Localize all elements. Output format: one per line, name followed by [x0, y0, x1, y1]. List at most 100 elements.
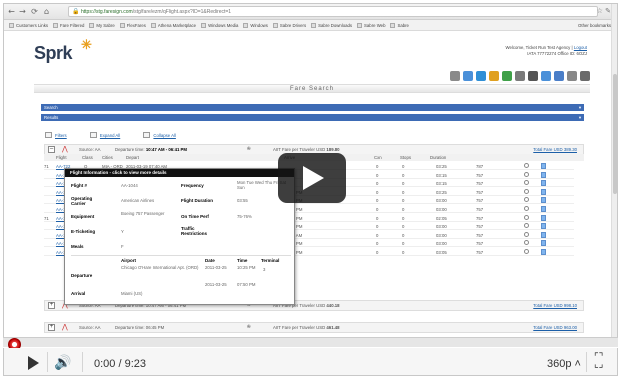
bookmark-item[interactable]: Fare Filtered	[53, 20, 84, 30]
quality-selector[interactable]: 360p ˄	[547, 358, 581, 370]
select-radio[interactable]	[524, 180, 529, 186]
toolbar-icon[interactable]	[554, 71, 564, 81]
video-play-button[interactable]	[278, 153, 346, 203]
expand-toggle[interactable]: +	[48, 302, 55, 309]
collapse-all-link[interactable]: Collapse All	[143, 132, 176, 138]
expand-toggle[interactable]: –	[48, 146, 55, 153]
select-radio[interactable]	[524, 231, 529, 237]
bookmark-item[interactable]: FlexFares	[119, 20, 146, 30]
cell-dur: 03:05	[436, 250, 447, 255]
bookmark-item[interactable]: Windows Media	[201, 20, 238, 30]
reload-icon[interactable]: ⟳	[30, 7, 39, 16]
expand-all-link[interactable]: Expand All	[89, 132, 120, 138]
select-radio[interactable]	[524, 214, 529, 220]
fare-search-title-bar: Fare Search	[34, 84, 590, 93]
select-radio[interactable]	[524, 188, 529, 194]
bookmark-icon	[201, 23, 207, 28]
star-wrench-icon[interactable]: ☆ ✎	[597, 7, 611, 15]
cell-arr: 787	[476, 164, 484, 169]
select-radio[interactable]	[524, 171, 529, 177]
bookmark-item[interactable]: Windows	[243, 20, 268, 30]
column-header[interactable]: Cxn	[374, 155, 382, 160]
select-radio[interactable]	[524, 223, 529, 229]
pin-icon[interactable]: ✇	[247, 145, 251, 154]
play-icon[interactable]	[28, 356, 39, 370]
address-bar[interactable]: 🔒 https://stg.faresign.com/stg/fare/ezm/…	[68, 6, 598, 17]
column-header[interactable]: Duration	[430, 155, 446, 160]
logout-link[interactable]: Logout	[574, 45, 587, 50]
details-icon[interactable]	[541, 223, 546, 230]
select-radio[interactable]	[524, 249, 529, 254]
details-icon[interactable]	[541, 240, 546, 247]
bookmark-icon	[243, 23, 249, 28]
toolbar-icon[interactable]	[450, 71, 460, 81]
toolbar-icon[interactable]	[515, 71, 525, 81]
fare-group-row[interactable]: + ⋀ Source: AA Departure time: 06:45 PM ✇ AI…	[44, 322, 584, 333]
cell-cxn: 0	[376, 189, 379, 195]
bookmark-item[interactable]: Customers Links	[9, 20, 48, 30]
select-radio[interactable]	[524, 206, 529, 211]
time-header: Time	[237, 258, 248, 263]
toolbar-icon[interactable]	[489, 71, 499, 81]
column-header[interactable]: Class	[82, 155, 93, 160]
cell-stops: 0	[402, 181, 405, 187]
toolbar-icon[interactable]	[567, 71, 577, 81]
flight-value: AA-1044	[121, 183, 138, 188]
details-icon[interactable]	[541, 163, 546, 169]
bookmark-item[interactable]: Sabre Drivers	[272, 20, 306, 30]
search-section-bar[interactable]: Search ▾	[41, 104, 584, 111]
volume-icon[interactable]: 🔊	[54, 355, 71, 371]
select-radio[interactable]	[524, 240, 529, 246]
details-icon[interactable]	[541, 231, 546, 238]
toolbar-icon[interactable]	[463, 71, 473, 81]
toolbar-icon[interactable]	[476, 71, 486, 81]
toolbar-icon[interactable]	[502, 71, 512, 81]
results-section-bar[interactable]: Results ▾	[41, 114, 584, 121]
popup-header[interactable]: Flight Information - click to view more …	[65, 169, 294, 177]
bookmark-item[interactable]: Sabre	[390, 20, 409, 30]
details-icon[interactable]	[541, 188, 546, 195]
select-radio[interactable]	[524, 163, 529, 168]
cell-dur: 03:25	[436, 164, 447, 169]
bookmark-item[interactable]: My Sabre	[89, 20, 115, 30]
select-radio[interactable]	[524, 197, 529, 203]
flight-info-popup[interactable]: Flight Information - click to view more …	[64, 168, 295, 305]
toolbar-icon[interactable]	[580, 71, 590, 81]
details-icon[interactable]	[541, 197, 546, 204]
details-icon[interactable]	[541, 171, 546, 178]
bookmarks-bar: Customers Links Fare Filtered My Sabre Flex…	[4, 20, 617, 31]
toolbar-icon[interactable]	[541, 71, 551, 81]
bookmark-icon	[53, 23, 58, 28]
total-fare-link[interactable]: Total Fare USD 963.00	[533, 323, 577, 332]
search-section-label: Search	[44, 105, 58, 110]
departure-airport: Chicago O'Hare International Apt. (ORD)	[121, 265, 199, 270]
eticket-key: E-Ticketing	[71, 229, 96, 234]
video-progress-bar[interactable]	[3, 337, 618, 347]
video-controls: 🔊 0:00 / 9:23 360p ˄ ⌜⌝ ⌞⌟	[3, 348, 618, 376]
pin-icon[interactable]: ✇	[247, 323, 251, 332]
forward-arrow-icon[interactable]: →	[18, 7, 27, 16]
total-fare-link[interactable]: Total Fare USD 389.30	[533, 145, 577, 154]
details-icon[interactable]	[541, 206, 546, 212]
column-header[interactable]: Depart	[126, 155, 139, 160]
bookmark-item[interactable]: Athena Marketplace	[150, 20, 196, 30]
plus-icon	[89, 132, 97, 138]
total-fare-link[interactable]: Total Fare USD 998.10	[533, 301, 577, 310]
page-scrollbar[interactable]	[611, 4, 617, 346]
home-icon[interactable]: ⌂	[42, 7, 51, 16]
column-header[interactable]: Cities	[102, 155, 113, 160]
details-icon[interactable]	[541, 214, 546, 221]
column-header[interactable]: Stops	[400, 155, 411, 160]
details-icon[interactable]	[541, 249, 546, 255]
bookmark-item[interactable]: Sabre Downloads	[311, 20, 352, 30]
details-icon[interactable]	[541, 180, 546, 187]
bookmark-item[interactable]: Sabre Web	[357, 20, 385, 30]
fullscreen-icon[interactable]: ⌜⌝ ⌞⌟	[594, 353, 603, 370]
other-bookmarks[interactable]: Other bookmarks	[578, 20, 611, 30]
toolbar-icon[interactable]	[528, 71, 538, 81]
expand-toggle[interactable]: +	[48, 324, 55, 331]
scrollbar-thumb[interactable]	[613, 74, 617, 194]
column-header[interactable]: Flight	[56, 155, 67, 160]
filters-link[interactable]: Filters	[45, 132, 67, 138]
back-arrow-icon[interactable]: ←	[7, 7, 16, 16]
